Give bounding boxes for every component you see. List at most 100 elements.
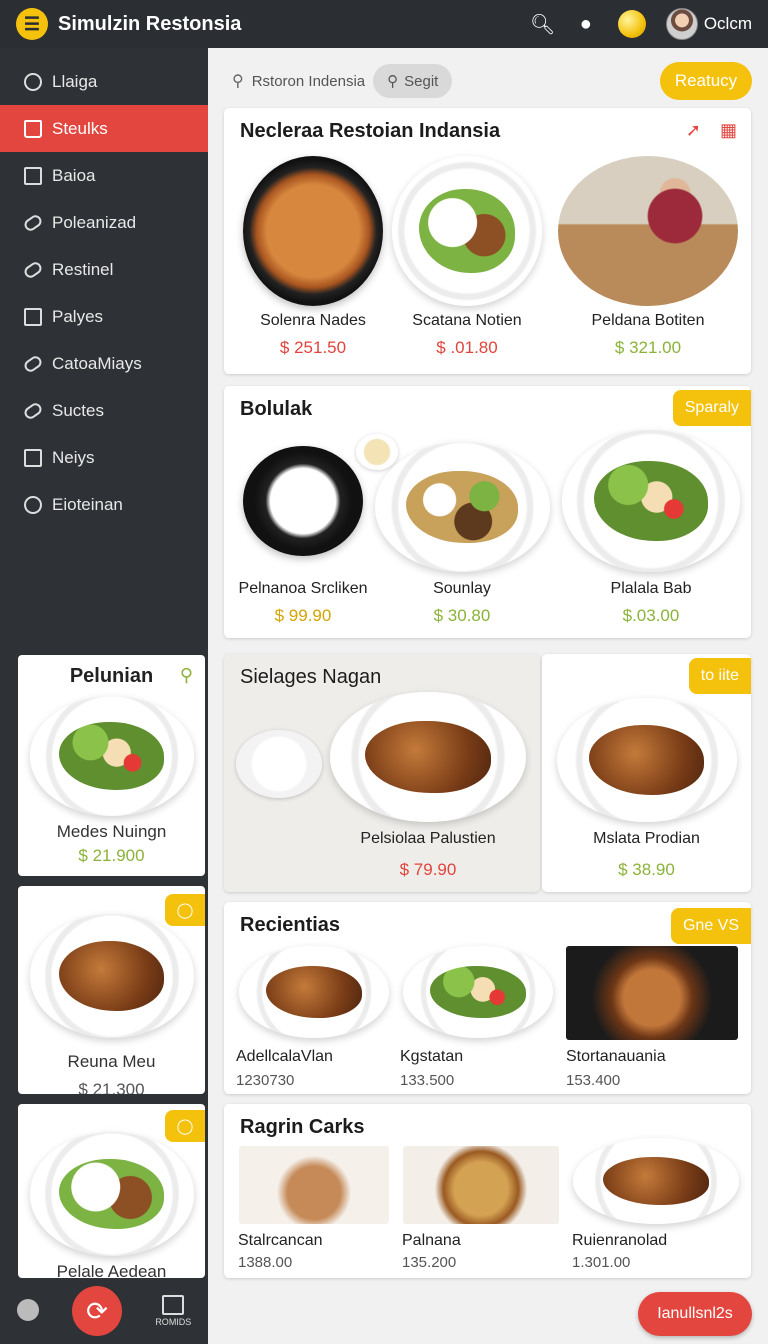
user-menu[interactable]: Oclcm xyxy=(665,8,752,40)
item-price: 135.200 xyxy=(402,1254,457,1271)
chat-icon[interactable]: ◯ xyxy=(165,1110,205,1142)
search-input[interactable]: Rstoron Indensia xyxy=(252,73,365,90)
sidebar-item-label: Neiys xyxy=(52,447,95,467)
item-price: $ 38.90 xyxy=(618,860,675,879)
item-name: Pelnanoa Srcliken xyxy=(238,580,368,597)
sidebar-item-llaiga[interactable]: Llaiga xyxy=(0,58,208,105)
menu-item[interactable]: Solenra Nades $ 251.50 xyxy=(238,156,388,358)
food xyxy=(265,966,362,1018)
menu-item[interactable]: Mslata Prodian $ 38.90 xyxy=(554,698,739,880)
search-icon: ⚲ xyxy=(387,73,399,90)
item-name: AdellcalaVlan xyxy=(236,1048,333,1065)
product-price: $ 21.300 xyxy=(78,1080,145,1094)
dish-image xyxy=(29,1132,194,1256)
bottom-action-button[interactable]: Ianullsnl2s xyxy=(638,1292,752,1336)
edit-icon xyxy=(162,1295,185,1315)
reserve-button[interactable]: Reatucy xyxy=(660,62,752,100)
sidebar-nav: Llaiga Steulks Baioa Poleanizad Restinel… xyxy=(0,48,208,528)
food xyxy=(59,941,164,1011)
menu-item[interactable]: Sounlay $ 30.80 xyxy=(372,442,552,626)
dish-image xyxy=(243,156,383,306)
profile-button[interactable] xyxy=(16,1299,39,1323)
menu-item[interactable]: Kgstatan 133.500 xyxy=(400,946,555,1089)
item-price: 153.400 xyxy=(566,1072,621,1089)
menu-item[interactable]: Stalrcancan 1388.00 xyxy=(238,1146,390,1271)
coin-icon[interactable] xyxy=(617,10,646,38)
search-icon: ⚲ xyxy=(232,73,244,90)
item-price: 1230730 xyxy=(236,1072,295,1089)
search-button[interactable]: ⚲ Segit xyxy=(373,64,453,98)
sidebar-item-palyes[interactable]: Palyes xyxy=(0,293,208,340)
chat-icon[interactable]: ● xyxy=(574,13,598,36)
section-badge[interactable]: to iite xyxy=(688,658,751,694)
menu-item[interactable]: AdellcalaVlan 1230730 xyxy=(236,946,391,1089)
item-price: 133.500 xyxy=(400,1072,455,1089)
sidebar-item-eioteinan[interactable]: Eioteinan xyxy=(0,481,208,528)
sidebar-item-neiys[interactable]: Neiys xyxy=(0,434,208,481)
user-name: Oclcm xyxy=(703,14,752,33)
dish-image xyxy=(239,1146,389,1224)
sidebar-item-label: Suctes xyxy=(52,400,104,420)
menu-item[interactable]: Palnana 135.200 xyxy=(402,1146,560,1271)
sidebar-item-poleanizad[interactable]: Poleanizad xyxy=(0,199,208,246)
menu-item[interactable]: Peldana Botiten $ 321.00 xyxy=(558,156,738,358)
sidebar-item-label: CatoaMiays xyxy=(52,353,142,373)
square-icon xyxy=(24,448,42,467)
item-name: Stortanauania xyxy=(566,1048,666,1065)
section-card: to iite Mslata Prodian $ 38.90 xyxy=(542,654,751,892)
section-card: Ragrin Carks Stalrcancan 1388.00 Palnana… xyxy=(224,1104,751,1278)
menu-item[interactable]: Pelnanoa Srcliken $ 99.90 xyxy=(238,446,368,626)
product-price: $ 21.900 xyxy=(78,846,145,865)
side-product-card[interactable]: ◯ Reuna Meu $ 21.300 xyxy=(18,886,205,1094)
section-badge[interactable]: Sparaly xyxy=(672,390,751,426)
chat-icon[interactable]: ◯ xyxy=(165,894,205,926)
refresh-icon: ⟳ xyxy=(86,1295,108,1326)
menu-item[interactable]: Stortanauania 153.400 xyxy=(566,946,738,1089)
refresh-button[interactable]: ⟳ xyxy=(71,1286,122,1336)
gauge-icon xyxy=(24,495,42,514)
menu-item[interactable]: Ruienranolad 1.301.00 xyxy=(572,1138,740,1271)
dish-image xyxy=(29,914,194,1038)
item-price: $ .01.80 xyxy=(436,338,498,357)
section-badge[interactable]: Gne VS xyxy=(670,908,751,944)
menu-icon[interactable]: ☰ xyxy=(16,8,48,40)
notes-label: ROMIDS xyxy=(155,1317,192,1327)
product-name: Reuna Meu xyxy=(67,1052,156,1071)
sidebar-item-suctes[interactable]: Suctes xyxy=(0,387,208,434)
sidebar-item-baioa[interactable]: Baioa xyxy=(0,152,208,199)
sidebar-item-restinel[interactable]: Restinel xyxy=(0,246,208,293)
item-name: Plalala Bab xyxy=(610,580,692,597)
pin-icon[interactable]: ➚ xyxy=(686,120,701,141)
side-product-card[interactable]: Pelunian ⚲ Medes Nuingn $ 21.900 xyxy=(18,655,205,876)
section-title: Bolulak xyxy=(240,398,313,420)
dish-image xyxy=(29,696,194,816)
profile-icon xyxy=(16,1299,39,1321)
calendar-icon[interactable]: ▦ xyxy=(720,120,737,141)
sidebar-item-label: Eioteinan xyxy=(52,494,123,514)
section-card: Necleraa Restoian Indansia ➚ ▦ Solenra N… xyxy=(224,108,751,374)
sidebar-item-label: Llaiga xyxy=(52,71,98,91)
menu-item[interactable]: Pelsiolaa Palustien $ 79.90 xyxy=(328,692,528,880)
food xyxy=(588,725,705,795)
sidebar-item-catoamiays[interactable]: CatoaMiays xyxy=(0,340,208,387)
avatar[interactable] xyxy=(665,8,698,40)
search-icon[interactable]: ⚲ xyxy=(180,665,193,686)
bag-icon xyxy=(24,119,42,138)
product-name: Medes Nuingn xyxy=(56,822,167,841)
side-card-title: Pelunian xyxy=(69,665,154,687)
item-name: Stalrcancan xyxy=(238,1232,323,1249)
sidebar-item-steulks[interactable]: Steulks xyxy=(0,105,208,152)
item-price: $ 321.00 xyxy=(614,338,682,357)
search-icon[interactable]: 🔍︎ xyxy=(530,12,555,37)
menu-item[interactable]: Plalala Bab $.03.00 xyxy=(562,430,740,626)
search-button-label: Segit xyxy=(404,72,439,90)
dish-image xyxy=(562,430,740,572)
rice-dish xyxy=(236,730,322,798)
notes-button[interactable]: ROMIDS xyxy=(155,1295,191,1327)
menu-item[interactable]: Scatana Notien $ .01.80 xyxy=(392,156,542,358)
item-name: Scatana Notien xyxy=(412,312,522,329)
side-product-card[interactable]: ◯ Pelale Aedean xyxy=(18,1104,205,1278)
export-icon xyxy=(24,307,42,326)
sidebar-item-label: Poleanizad xyxy=(52,212,137,232)
item-name: Kgstatan xyxy=(400,1048,464,1065)
